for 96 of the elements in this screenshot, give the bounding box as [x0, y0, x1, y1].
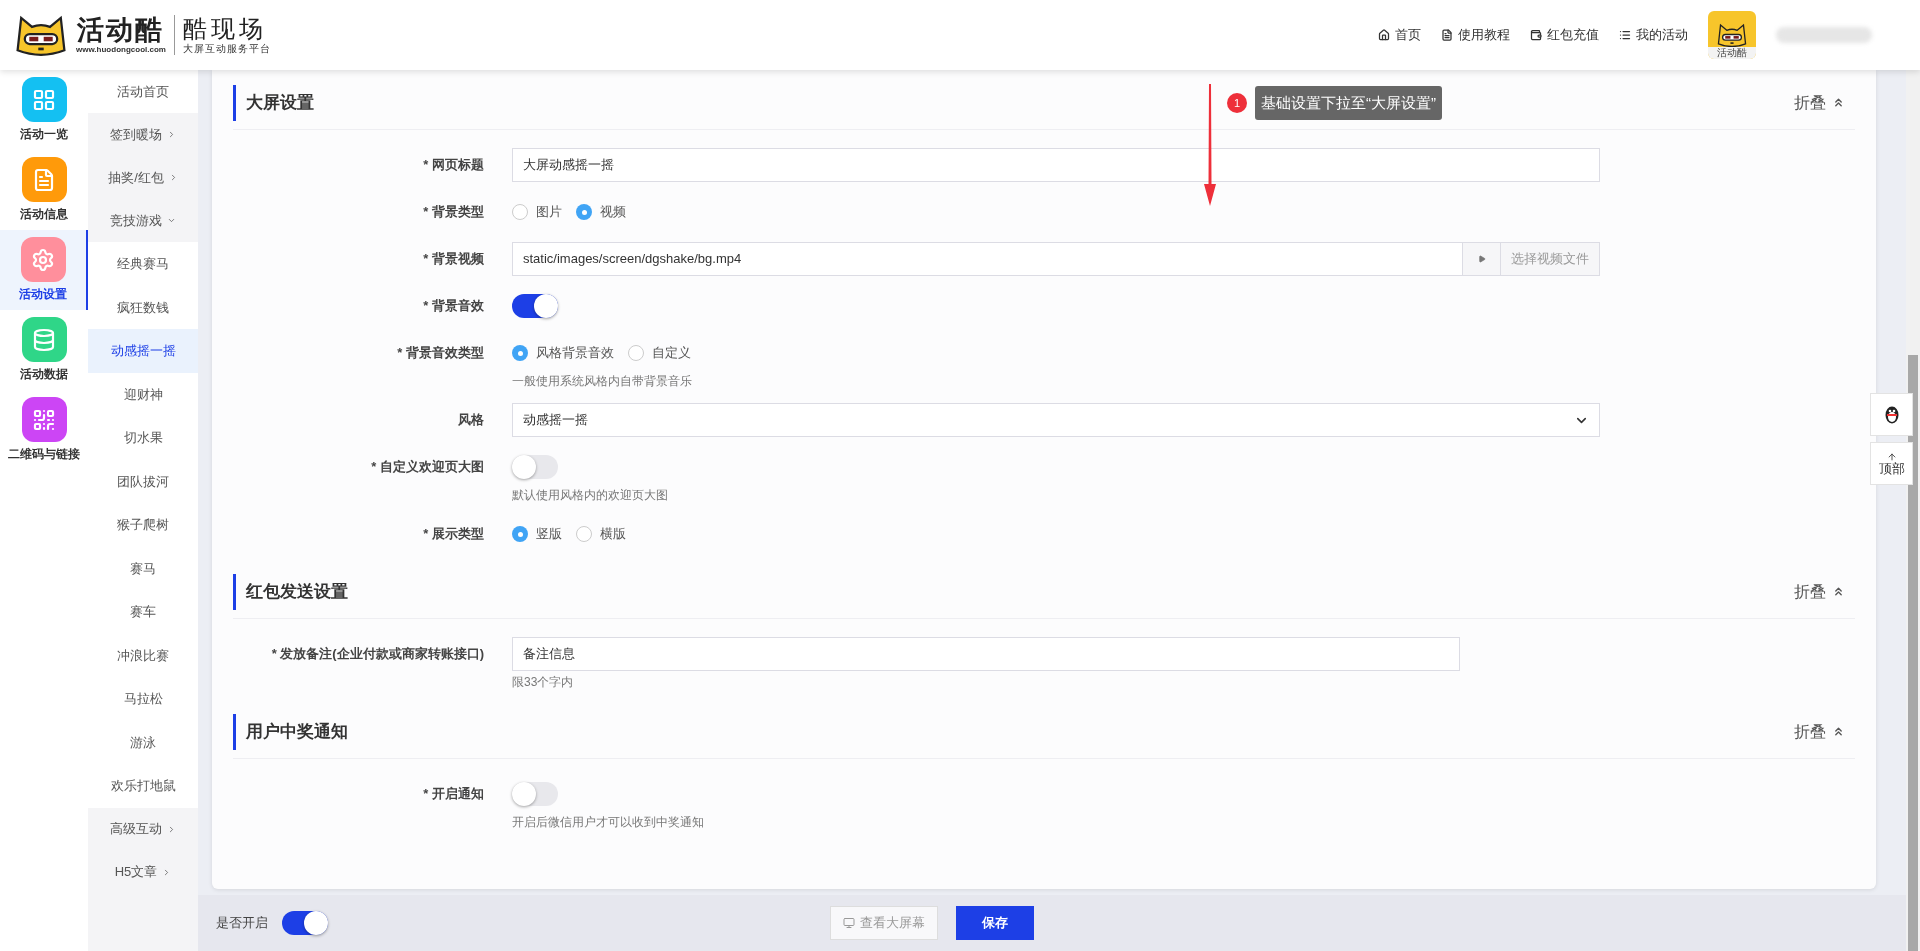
chevron-right-icon: [167, 824, 176, 834]
submenu-item[interactable]: 冲浪比赛: [88, 633, 198, 677]
enable-label: 是否开启: [216, 914, 268, 933]
submenu-item[interactable]: 马拉松: [88, 677, 198, 721]
radio-button[interactable]: [628, 345, 644, 361]
chevrons-up-icon: [1832, 96, 1845, 109]
play-button[interactable]: [1462, 243, 1500, 275]
hint-text: 开启后微信用户才可以收到中奖通知: [512, 814, 704, 831]
nav-link[interactable]: 使用教程: [1441, 25, 1510, 45]
enable-switch[interactable]: [282, 911, 328, 935]
hint-text: 默认使用风格内的欢迎页大图: [512, 487, 668, 504]
field-label: * 背景视频: [423, 250, 484, 269]
back-to-top-button[interactable]: 顶部: [1870, 442, 1913, 485]
submenu-item[interactable]: 赛马: [88, 546, 198, 590]
field-label: * 开启通知: [423, 785, 484, 804]
radio-button[interactable]: [512, 526, 528, 542]
qq-button[interactable]: [1870, 393, 1913, 436]
field-label: * 网页标题: [423, 156, 484, 175]
sidebar-item[interactable]: 活动数据: [0, 310, 88, 390]
submenu-item[interactable]: 欢乐打地鼠: [88, 764, 198, 808]
file-field[interactable]: static/images/screen/dgshake/bg.mp4 选择视频文件: [512, 242, 1600, 276]
sidebar-item[interactable]: 活动一览: [0, 70, 88, 150]
text-field[interactable]: 大屏动感摇一摇: [512, 148, 1600, 182]
radio-option[interactable]: 自定义: [628, 343, 691, 363]
brand-url: www.huodongcool.com: [76, 45, 166, 55]
radio-button[interactable]: [576, 204, 592, 220]
submenu-item[interactable]: 活动首页: [88, 70, 198, 113]
product-name: 酷现场: [182, 15, 268, 43]
nav-link[interactable]: 红包充值: [1530, 25, 1599, 45]
user-avatar[interactable]: 活动酷: [1708, 11, 1756, 59]
field-label: 风格: [458, 411, 484, 430]
hint-text: 限33个字内: [512, 674, 575, 691]
toggle-switch[interactable]: [512, 455, 558, 479]
field-label: * 展示类型: [423, 525, 484, 544]
radio-option[interactable]: 视频: [576, 202, 626, 222]
tooltip: 基础设置下拉至“大屏设置”: [1255, 86, 1442, 120]
chevrons-up-icon: [1832, 725, 1845, 738]
monitor-icon: [843, 917, 855, 929]
collapse-button[interactable]: 折叠: [1794, 719, 1845, 744]
select-field[interactable]: 动感摇一摇: [512, 403, 1600, 437]
submenu-group[interactable]: 抽奖/红包: [88, 156, 198, 199]
text-field[interactable]: 备注信息: [512, 637, 1460, 671]
submenu-item[interactable]: 经典赛马: [88, 242, 198, 286]
submenu-group[interactable]: 竞技游戏: [88, 199, 198, 242]
submenu-group[interactable]: 高级互动: [88, 807, 198, 851]
sidebar-item[interactable]: 活动设置: [0, 230, 88, 310]
collapse-button[interactable]: 折叠: [1794, 90, 1845, 115]
sidebar-item[interactable]: 二维码与链接: [0, 390, 88, 470]
submenu-item[interactable]: 动感摇一摇: [88, 329, 198, 373]
toggle-switch[interactable]: [512, 294, 558, 318]
document-icon: [1441, 29, 1453, 41]
wallet-icon: [1530, 29, 1542, 41]
chevrons-up-icon: [1832, 585, 1845, 598]
field-label: * 背景音效类型: [397, 344, 484, 363]
radio-button[interactable]: [576, 526, 592, 542]
submenu-group[interactable]: 签到暖场: [88, 113, 198, 156]
collapse-button[interactable]: 折叠: [1794, 579, 1845, 604]
nav-link[interactable]: 我的活动: [1619, 25, 1688, 45]
submenu-item[interactable]: 团队拔河: [88, 459, 198, 503]
avatar-caption: 活动酷: [1708, 47, 1756, 59]
cat-mascot-logo-icon: [14, 14, 68, 56]
radio-option[interactable]: 横版: [576, 524, 626, 544]
section-title: 大屏设置: [246, 91, 314, 114]
submenu-item[interactable]: 切水果: [88, 416, 198, 460]
section-title: 用户中奖通知: [246, 720, 348, 743]
submenu-group[interactable]: H5文章: [88, 850, 198, 894]
radio-option[interactable]: 竖版: [512, 524, 562, 544]
field-label: * 背景类型: [423, 203, 484, 222]
list-icon: [1619, 29, 1631, 41]
field-label: * 自定义欢迎页大图: [371, 458, 484, 477]
field-label: * 背景音效: [423, 297, 484, 316]
home-icon: [1378, 29, 1390, 41]
submenu-item[interactable]: 游泳: [88, 720, 198, 764]
radio-option[interactable]: 风格背景音效: [512, 343, 614, 363]
sidebar-item[interactable]: 活动信息: [0, 150, 88, 230]
cat-mascot-icon: [1716, 23, 1748, 47]
arrow-up-icon: [1886, 451, 1897, 462]
submenu-item[interactable]: 赛车: [88, 590, 198, 634]
radio-button[interactable]: [512, 345, 528, 361]
section-title: 红包发送设置: [246, 580, 348, 603]
submenu-item[interactable]: 疯狂数钱: [88, 285, 198, 329]
play-icon: [1477, 255, 1486, 263]
submenu-item[interactable]: 猴子爬树: [88, 503, 198, 547]
product-tagline: 大屏互动服务平台: [182, 43, 271, 55]
radio-button[interactable]: [512, 204, 528, 220]
scrollbar[interactable]: [1906, 70, 1920, 951]
chevron-right-icon: [167, 130, 176, 139]
hint-text: 一般使用系统风格内自带背景音乐: [512, 373, 692, 390]
submenu-item[interactable]: 迎财神: [88, 372, 198, 416]
radio-option[interactable]: 图片: [512, 202, 562, 222]
nav-link[interactable]: 首页: [1378, 25, 1421, 45]
field-label: * 发放备注(企业付款或商家转账接口): [271, 645, 484, 664]
save-button[interactable]: 保存: [956, 906, 1034, 940]
brand-name: 活动酷: [77, 15, 165, 45]
toggle-switch[interactable]: [512, 782, 558, 806]
chevron-down-icon: [167, 216, 176, 225]
